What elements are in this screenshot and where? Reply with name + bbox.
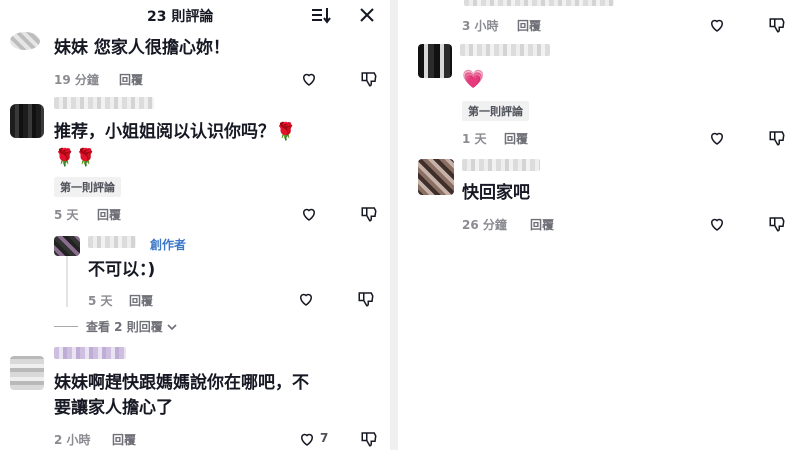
- close-icon[interactable]: [359, 7, 375, 23]
- dislike-icon[interactable]: [360, 205, 378, 223]
- heart-icon[interactable]: [300, 205, 318, 223]
- dislike-icon[interactable]: [768, 16, 786, 34]
- dislike-icon[interactable]: [768, 129, 786, 147]
- heart-icon[interactable]: [708, 215, 726, 233]
- comment-text: 快回家吧: [462, 183, 530, 203]
- reply-button[interactable]: 回覆: [97, 206, 121, 223]
- sort-icon[interactable]: [311, 6, 331, 24]
- comment-text: 妹妹 您家人很擔心妳！: [54, 38, 230, 58]
- reply-button[interactable]: 回覆: [119, 71, 143, 88]
- like-count: 7: [320, 431, 329, 445]
- avatar[interactable]: [418, 159, 454, 195]
- thread-line: [66, 255, 68, 307]
- username[interactable]: [88, 236, 136, 248]
- heart-icon[interactable]: [300, 70, 318, 88]
- reply-button[interactable]: 回覆: [517, 17, 541, 34]
- avatar[interactable]: [10, 356, 44, 390]
- heart-icon[interactable]: [708, 129, 726, 147]
- comment-time: 2 小時: [54, 433, 91, 447]
- view-replies-line: [54, 326, 78, 327]
- comments-panel-right: 3 小時 回覆 💗 第一則評論 1 天 回覆 快回家吧 26 分鐘 回覆: [398, 0, 800, 450]
- reply-button[interactable]: 回覆: [129, 292, 153, 309]
- heart-icon[interactable]: [297, 290, 315, 308]
- username[interactable]: [54, 347, 126, 359]
- view-replies-button[interactable]: 查看 2 則回覆: [86, 318, 177, 335]
- avatar[interactable]: [418, 44, 452, 78]
- username[interactable]: [460, 44, 550, 56]
- comment-text-line2: 要讓家人擔心了: [54, 398, 173, 418]
- first-comment-tag: 第一則評論: [462, 101, 529, 121]
- comment-time: 19 分鐘: [54, 73, 99, 87]
- comment-text: 推荐，小姐姐阅以认识你吗？🌹: [54, 122, 297, 142]
- avatar[interactable]: [54, 236, 80, 256]
- comment-text: 妹妹啊趕快跟媽媽說你在哪吧，不: [54, 373, 309, 393]
- comments-count-title: 23 則評論: [147, 9, 214, 25]
- username[interactable]: [462, 159, 540, 171]
- avatar[interactable]: [10, 32, 40, 50]
- dislike-icon[interactable]: [360, 70, 378, 88]
- comment-text-line2: 🌹🌹: [54, 148, 97, 168]
- heart-icon[interactable]: [708, 16, 726, 34]
- comment-time: 3 小時: [462, 19, 499, 33]
- comment-time: 26 分鐘: [462, 218, 507, 232]
- comments-panel-left: 23 則評論 妹妹 您家人很擔心妳！ 19 分鐘 回覆 推荐，小姐姐阅以认识你吗…: [0, 0, 390, 450]
- dislike-icon[interactable]: [768, 215, 786, 233]
- avatar[interactable]: [10, 104, 44, 138]
- comment-text: 不可以：): [88, 260, 156, 280]
- dislike-icon[interactable]: [360, 430, 378, 448]
- comment-text: [464, 0, 614, 6]
- reply-button[interactable]: 回覆: [504, 130, 528, 147]
- comment-time: 1 天: [462, 132, 487, 146]
- creator-badge: 創作者: [150, 238, 187, 252]
- chevron-down-icon: [167, 324, 177, 331]
- heart-icon[interactable]: [298, 430, 316, 448]
- dislike-icon[interactable]: [357, 290, 375, 308]
- comment-time: 5 天: [54, 208, 79, 222]
- view-replies-label: 查看 2 則回覆: [86, 320, 163, 334]
- comment-time: 5 天: [88, 294, 113, 308]
- reply-button[interactable]: 回覆: [530, 216, 554, 233]
- panel-divider: [390, 0, 398, 450]
- first-comment-tag: 第一則評論: [54, 177, 121, 197]
- comment-text: 💗: [462, 69, 485, 90]
- username[interactable]: [54, 97, 154, 109]
- reply-button[interactable]: 回覆: [112, 431, 136, 448]
